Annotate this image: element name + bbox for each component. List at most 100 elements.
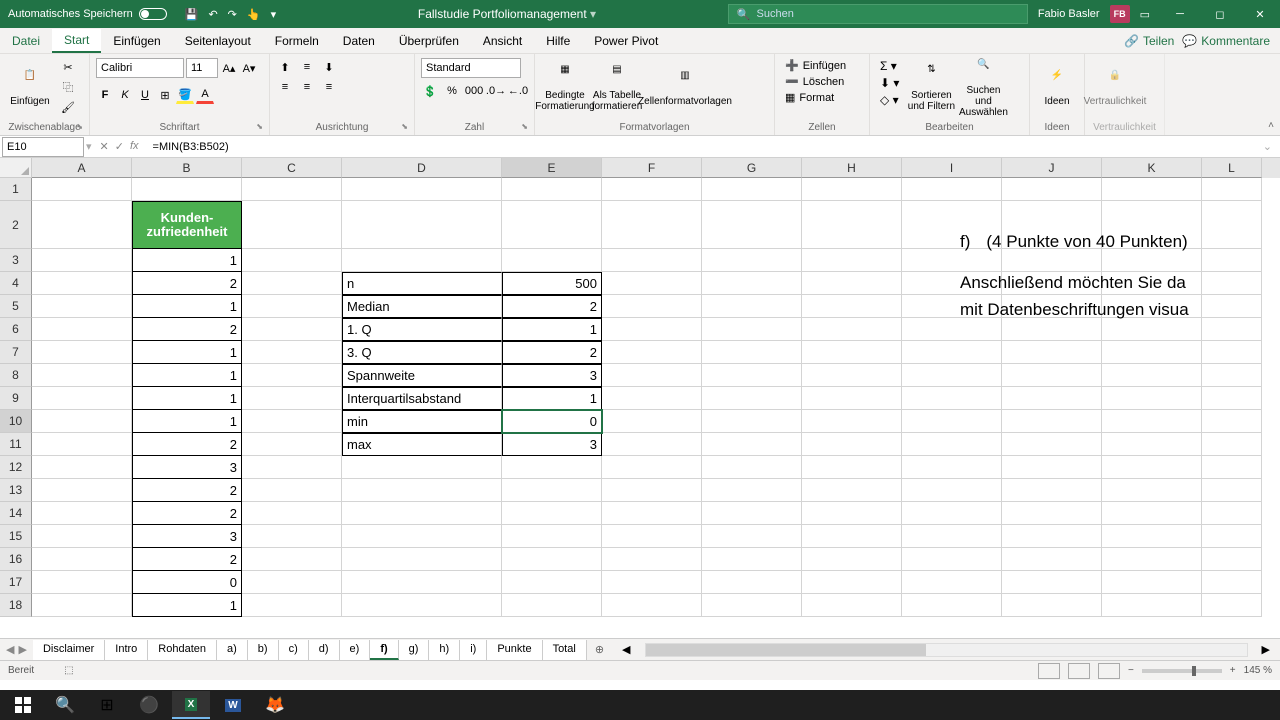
- cell-E14[interactable]: [502, 502, 602, 525]
- cell-I9[interactable]: [902, 387, 1002, 410]
- cell-H12[interactable]: [802, 456, 902, 479]
- cell-J13[interactable]: [1002, 479, 1102, 502]
- align-bottom-icon[interactable]: ⬇: [320, 58, 338, 76]
- cell-E8[interactable]: 3: [502, 364, 602, 387]
- cell-H4[interactable]: [802, 272, 902, 295]
- cell-G7[interactable]: [702, 341, 802, 364]
- tab-einfuegen[interactable]: Einfügen: [101, 30, 172, 52]
- page-layout-button[interactable]: [1068, 663, 1090, 679]
- decrease-font-icon[interactable]: A▾: [240, 59, 258, 77]
- row-header[interactable]: 17: [0, 571, 32, 594]
- row-header[interactable]: 2: [0, 201, 32, 249]
- cell-K10[interactable]: [1102, 410, 1202, 433]
- cell-A17[interactable]: [32, 571, 132, 594]
- autosave-toggle[interactable]: Automatisches Speichern: [0, 8, 175, 20]
- cell-D17[interactable]: [342, 571, 502, 594]
- save-icon[interactable]: 💾: [185, 8, 199, 21]
- cell-F12[interactable]: [602, 456, 702, 479]
- cell-D13[interactable]: [342, 479, 502, 502]
- cell-A11[interactable]: [32, 433, 132, 456]
- cell-A1[interactable]: [32, 178, 132, 201]
- name-box[interactable]: E10: [2, 137, 84, 157]
- cell-J11[interactable]: [1002, 433, 1102, 456]
- cell-F2[interactable]: [602, 201, 702, 249]
- cell-E6[interactable]: 1: [502, 318, 602, 341]
- cell-B15[interactable]: 3: [132, 525, 242, 548]
- cell-E18[interactable]: [502, 594, 602, 617]
- sheet-tab[interactable]: e): [340, 640, 371, 660]
- tab-formeln[interactable]: Formeln: [263, 30, 331, 52]
- cell-B5[interactable]: 1: [132, 295, 242, 318]
- cell-B13[interactable]: 2: [132, 479, 242, 502]
- cell-L3[interactable]: [1202, 249, 1262, 272]
- cell-C15[interactable]: [242, 525, 342, 548]
- cell-G8[interactable]: [702, 364, 802, 387]
- align-top-icon[interactable]: ⬆: [276, 58, 294, 76]
- cell-C16[interactable]: [242, 548, 342, 571]
- cell-C8[interactable]: [242, 364, 342, 387]
- ribbon-mode-icon[interactable]: ▭: [1140, 8, 1150, 21]
- col-header-E[interactable]: E: [502, 158, 602, 178]
- col-header-A[interactable]: A: [32, 158, 132, 178]
- cell-F15[interactable]: [602, 525, 702, 548]
- col-header-B[interactable]: B: [132, 158, 242, 178]
- cell-C13[interactable]: [242, 479, 342, 502]
- cell-F16[interactable]: [602, 548, 702, 571]
- cell-G18[interactable]: [702, 594, 802, 617]
- increase-font-icon[interactable]: A▴: [220, 59, 238, 77]
- italic-button[interactable]: K: [116, 86, 134, 104]
- cell-B17[interactable]: 0: [132, 571, 242, 594]
- comments-button[interactable]: 💬Kommentare: [1182, 34, 1270, 48]
- zoom-out-button[interactable]: −: [1128, 665, 1134, 676]
- cell-F1[interactable]: [602, 178, 702, 201]
- font-name-select[interactable]: Calibri: [96, 58, 184, 78]
- cell-G9[interactable]: [702, 387, 802, 410]
- col-header-D[interactable]: D: [342, 158, 502, 178]
- tab-ueberpruefen[interactable]: Überprüfen: [387, 30, 471, 52]
- cell-H10[interactable]: [802, 410, 902, 433]
- cell-D18[interactable]: [342, 594, 502, 617]
- cell-A14[interactable]: [32, 502, 132, 525]
- cell-I15[interactable]: [902, 525, 1002, 548]
- cell-J1[interactable]: [1002, 178, 1102, 201]
- cell-B18[interactable]: 1: [132, 594, 242, 617]
- row-header[interactable]: 9: [0, 387, 32, 410]
- cell-H11[interactable]: [802, 433, 902, 456]
- cell-J15[interactable]: [1002, 525, 1102, 548]
- cell-B2[interactable]: Kunden-zufriedenheit: [132, 201, 242, 249]
- percent-icon[interactable]: %: [443, 82, 461, 100]
- cell-K9[interactable]: [1102, 387, 1202, 410]
- cell-A10[interactable]: [32, 410, 132, 433]
- cell-D4[interactable]: n: [342, 272, 502, 295]
- cell-E10[interactable]: 0: [502, 410, 602, 433]
- cell-I14[interactable]: [902, 502, 1002, 525]
- share-button[interactable]: 🔗Teilen: [1124, 34, 1174, 48]
- cell-G15[interactable]: [702, 525, 802, 548]
- cell-J8[interactable]: [1002, 364, 1102, 387]
- cell-L6[interactable]: [1202, 318, 1262, 341]
- sheet-tab[interactable]: d): [309, 640, 340, 660]
- row-header[interactable]: 12: [0, 456, 32, 479]
- ideas-button[interactable]: ⚡Ideen: [1036, 58, 1078, 118]
- cell-C2[interactable]: [242, 201, 342, 249]
- cell-E11[interactable]: 3: [502, 433, 602, 456]
- launcher-icon[interactable]: ⬊: [256, 122, 263, 131]
- col-header-F[interactable]: F: [602, 158, 702, 178]
- cell-A7[interactable]: [32, 341, 132, 364]
- currency-icon[interactable]: 💲: [421, 82, 439, 100]
- sheet-tab[interactable]: a): [217, 640, 248, 660]
- cell-J12[interactable]: [1002, 456, 1102, 479]
- user-avatar[interactable]: FB: [1110, 5, 1130, 23]
- cell-E1[interactable]: [502, 178, 602, 201]
- touch-icon[interactable]: 👆: [247, 8, 261, 21]
- fx-icon[interactable]: fx: [130, 140, 139, 153]
- cell-G12[interactable]: [702, 456, 802, 479]
- sheet-tab[interactable]: i): [460, 640, 487, 660]
- thousands-icon[interactable]: 000: [465, 82, 483, 100]
- decrease-decimal-icon[interactable]: ←.0: [509, 82, 527, 100]
- cell-B12[interactable]: 3: [132, 456, 242, 479]
- cell-J7[interactable]: [1002, 341, 1102, 364]
- cell-C18[interactable]: [242, 594, 342, 617]
- cell-L14[interactable]: [1202, 502, 1262, 525]
- cell-C1[interactable]: [242, 178, 342, 201]
